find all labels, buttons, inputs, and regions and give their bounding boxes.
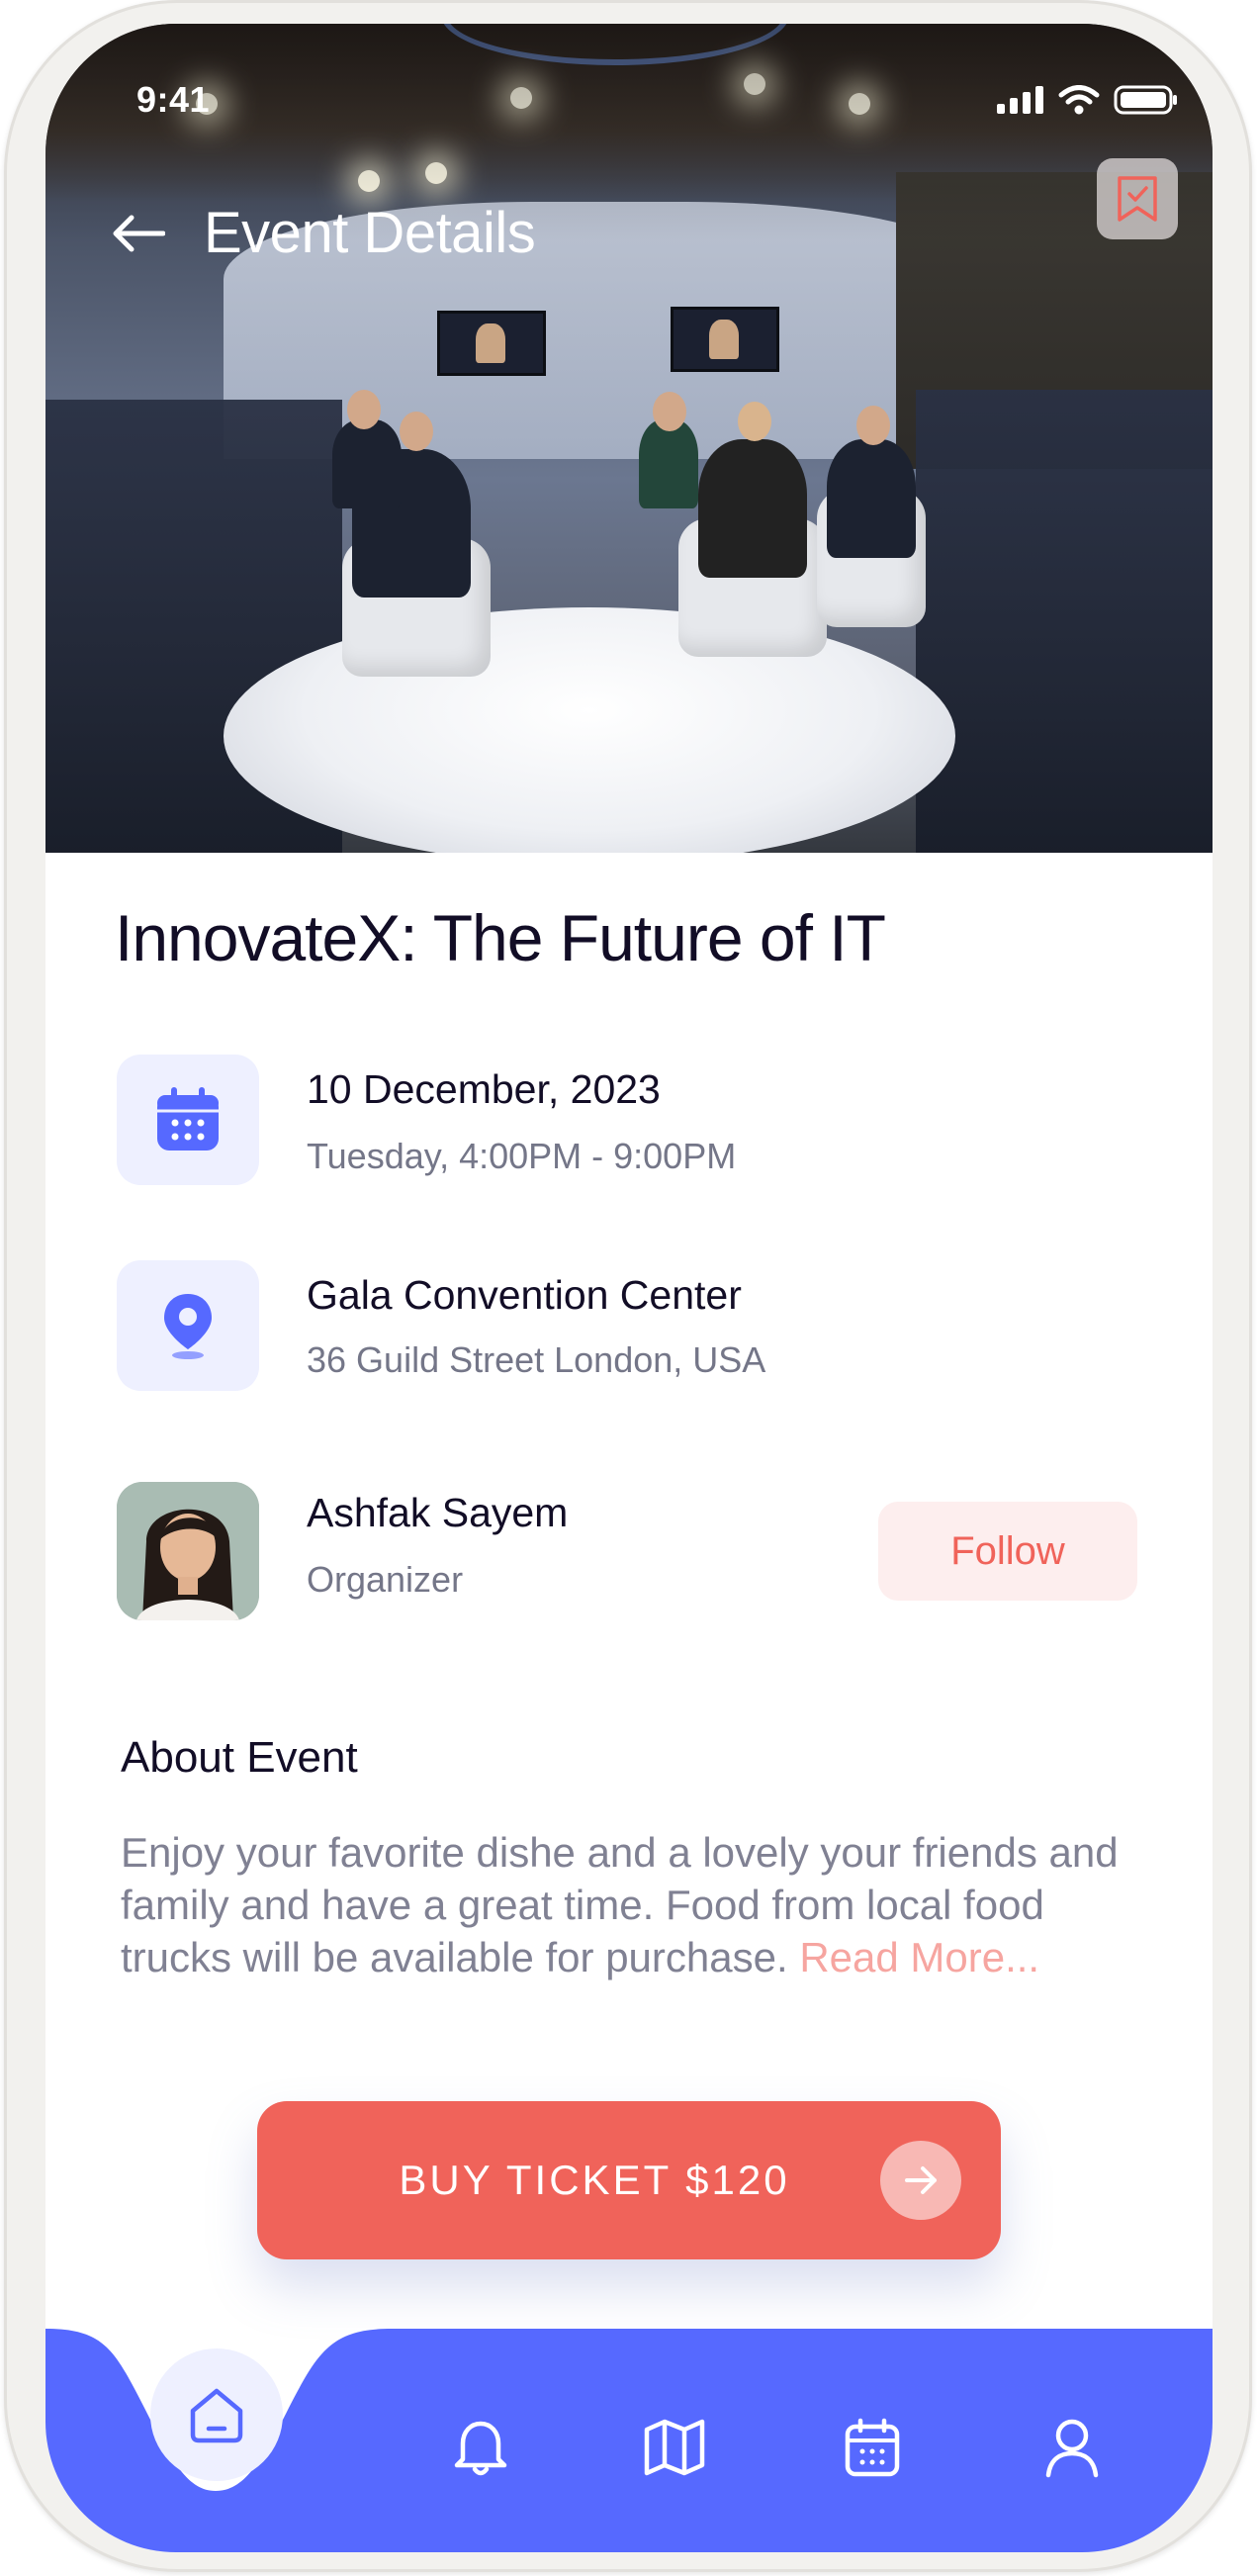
bell-icon [454, 2421, 507, 2476]
organizer-name: Ashfak Sayem [307, 1490, 569, 1535]
read-more-link[interactable]: Read More... [799, 1934, 1039, 1980]
venue-name: Gala Convention Center [307, 1272, 742, 1318]
organizer-role: Organizer [307, 1559, 464, 1600]
venue-address: 36 Guild Street London, USA [307, 1339, 766, 1380]
event-date: 10 December, 2023 [307, 1066, 661, 1112]
location-icon-box [117, 1260, 259, 1391]
organizer-avatar [117, 1482, 259, 1620]
calendar-icon [157, 1087, 219, 1150]
page-title: Event Details [204, 201, 536, 265]
battery-icon [1114, 85, 1177, 115]
follow-button[interactable]: Follow [878, 1502, 1137, 1601]
event-time: Tuesday, 4:00PM - 9:00PM [307, 1136, 737, 1176]
buy-ticket-label: BUY TICKET $120 [399, 2157, 790, 2203]
bookmark-check-icon [1118, 176, 1157, 222]
calendar-icon [845, 2418, 900, 2477]
signal-icon [997, 86, 1043, 114]
user-icon [1045, 2419, 1099, 2478]
wifi-icon [1058, 85, 1100, 115]
arrow-left-icon [113, 215, 165, 252]
date-icon-box [117, 1055, 259, 1185]
event-hero-image [45, 24, 1213, 853]
buy-ticket-button[interactable]: BUY TICKET $120 [257, 2101, 1001, 2259]
nav-profile[interactable] [1033, 2408, 1112, 2487]
home-icon [190, 2388, 243, 2443]
arrow-right-icon [880, 2141, 961, 2220]
about-text: Enjoy your favorite dishe and a lovely y… [121, 1826, 1149, 1983]
map-icon [644, 2419, 705, 2476]
app-screen: 9:41 Event Details InnovateX: The Future… [45, 24, 1213, 2552]
about-heading: About Event [121, 1733, 358, 1782]
nav-notifications[interactable] [441, 2408, 520, 2487]
nav-map[interactable] [635, 2408, 714, 2487]
nav-home[interactable] [150, 2348, 283, 2481]
back-button[interactable] [109, 204, 168, 263]
status-time: 9:41 [136, 79, 211, 120]
nav-calendar[interactable] [833, 2408, 912, 2487]
bookmark-button[interactable] [1097, 158, 1178, 239]
location-pin-icon [164, 1294, 212, 1359]
status-icons [997, 85, 1179, 115]
event-title: InnovateX: The Future of IT [115, 901, 886, 974]
